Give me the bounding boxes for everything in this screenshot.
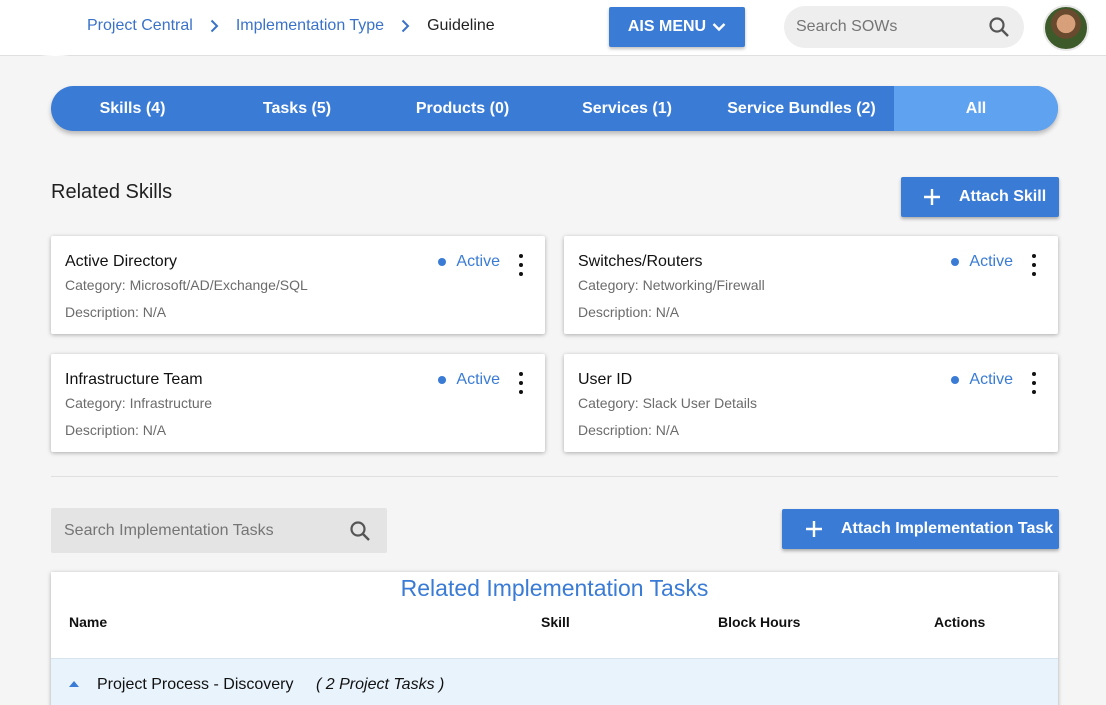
search-sows-input[interactable]: [796, 18, 976, 36]
skill-category: Category: Microsoft/AD/Exchange/SQL: [65, 277, 308, 293]
status-dot-icon: [438, 258, 447, 266]
breadcrumb-implementation-type[interactable]: Implementation Type: [236, 17, 384, 35]
plus-icon: [805, 520, 823, 538]
attach-implementation-task-label: Attach Implementation Task: [841, 520, 1054, 537]
status-badge: Active: [951, 253, 1013, 271]
skill-card-infrastructure-team: Infrastructure Team Category: Infrastruc…: [51, 354, 545, 452]
status-dot-icon: [951, 376, 960, 384]
status-label: Active: [969, 371, 1013, 388]
skill-card-switches-routers: Switches/Routers Category: Networking/Fi…: [564, 236, 1058, 334]
search-sows-box: [784, 6, 1024, 48]
plus-icon: [923, 188, 941, 206]
tab-tasks[interactable]: Tasks (5): [214, 86, 380, 131]
related-tasks-title: Related Implementation Tasks: [400, 575, 709, 601]
group-name: Project Process - Discovery: [97, 676, 294, 693]
table-group-row[interactable]: Project Process - Discovery ( 2 Project …: [51, 658, 1058, 705]
search-icon[interactable]: [988, 16, 1010, 38]
tab-services[interactable]: Services (1): [545, 86, 709, 131]
skill-card-user-id: User ID Category: Slack User Details Des…: [564, 354, 1058, 452]
status-dot-icon: [951, 258, 960, 266]
category-tabs: Skills (4) Tasks (5) Products (0) Servic…: [51, 86, 1058, 131]
more-vert-icon[interactable]: [1026, 254, 1042, 276]
status-badge: Active: [951, 371, 1013, 389]
breadcrumb-project-central[interactable]: Project Central: [87, 17, 193, 35]
breadcrumb-guideline: Guideline: [427, 17, 495, 34]
group-count: ( 2 Project Tasks ): [316, 676, 445, 693]
tab-service-bundles[interactable]: Service Bundles (2): [709, 86, 894, 131]
skill-name: Active Directory: [65, 253, 178, 270]
status-label: Active: [456, 371, 500, 388]
tab-products[interactable]: Products (0): [380, 86, 545, 131]
chevron-right-icon: [401, 19, 410, 33]
related-tasks-table: Related Implementation Tasks Name Skill …: [51, 572, 1058, 705]
tab-all[interactable]: All: [894, 86, 1058, 131]
chevron-down-icon: [712, 22, 726, 32]
skill-description: Description: N/A: [65, 422, 167, 438]
related-skills-title: Related Skills: [51, 181, 173, 203]
section-divider: [51, 476, 1058, 477]
top-bar: Project Central Implementation Type Guid…: [0, 0, 1106, 56]
status-badge: Active: [438, 371, 500, 389]
caret-up-icon[interactable]: [69, 681, 79, 687]
attach-skill-label: Attach Skill: [959, 188, 1047, 205]
skill-category: Category: Infrastructure: [65, 395, 213, 411]
skill-name: Switches/Routers: [578, 253, 703, 270]
skill-name: User ID: [578, 371, 633, 388]
ais-menu-button[interactable]: AIS MENU: [609, 7, 745, 47]
skill-description: Description: N/A: [65, 304, 167, 320]
skill-category: Category: Slack User Details: [578, 395, 757, 411]
search-icon[interactable]: [349, 520, 371, 542]
more-vert-icon[interactable]: [513, 372, 529, 394]
search-implementation-tasks-input[interactable]: [64, 521, 324, 540]
status-label: Active: [456, 253, 500, 270]
column-header-skill[interactable]: Skill: [541, 614, 570, 630]
skill-description: Description: N/A: [578, 422, 680, 438]
more-vert-icon[interactable]: [1026, 372, 1042, 394]
status-dot-icon: [438, 376, 447, 384]
tab-skills[interactable]: Skills (4): [51, 86, 214, 131]
attach-skill-button[interactable]: Attach Skill: [901, 177, 1059, 217]
column-header-name[interactable]: Name: [69, 614, 107, 630]
search-implementation-tasks-box: [51, 508, 387, 553]
column-header-actions: Actions: [934, 614, 986, 630]
skill-description: Description: N/A: [578, 304, 680, 320]
breadcrumb: Project Central Implementation Type Guid…: [87, 17, 495, 35]
avatar[interactable]: [1043, 5, 1089, 51]
status-label: Active: [969, 253, 1013, 270]
chevron-right-icon: [210, 19, 219, 33]
skill-card-active-directory: Active Directory Category: Microsoft/AD/…: [51, 236, 545, 334]
skill-category: Category: Networking/Firewall: [578, 277, 765, 293]
skill-name: Infrastructure Team: [65, 371, 203, 388]
attach-implementation-task-button[interactable]: Attach Implementation Task: [782, 509, 1059, 549]
column-header-block-hours[interactable]: Block Hours: [718, 614, 800, 630]
more-vert-icon[interactable]: [513, 254, 529, 276]
status-badge: Active: [438, 253, 500, 271]
ais-menu-label: AIS MENU: [627, 18, 707, 35]
